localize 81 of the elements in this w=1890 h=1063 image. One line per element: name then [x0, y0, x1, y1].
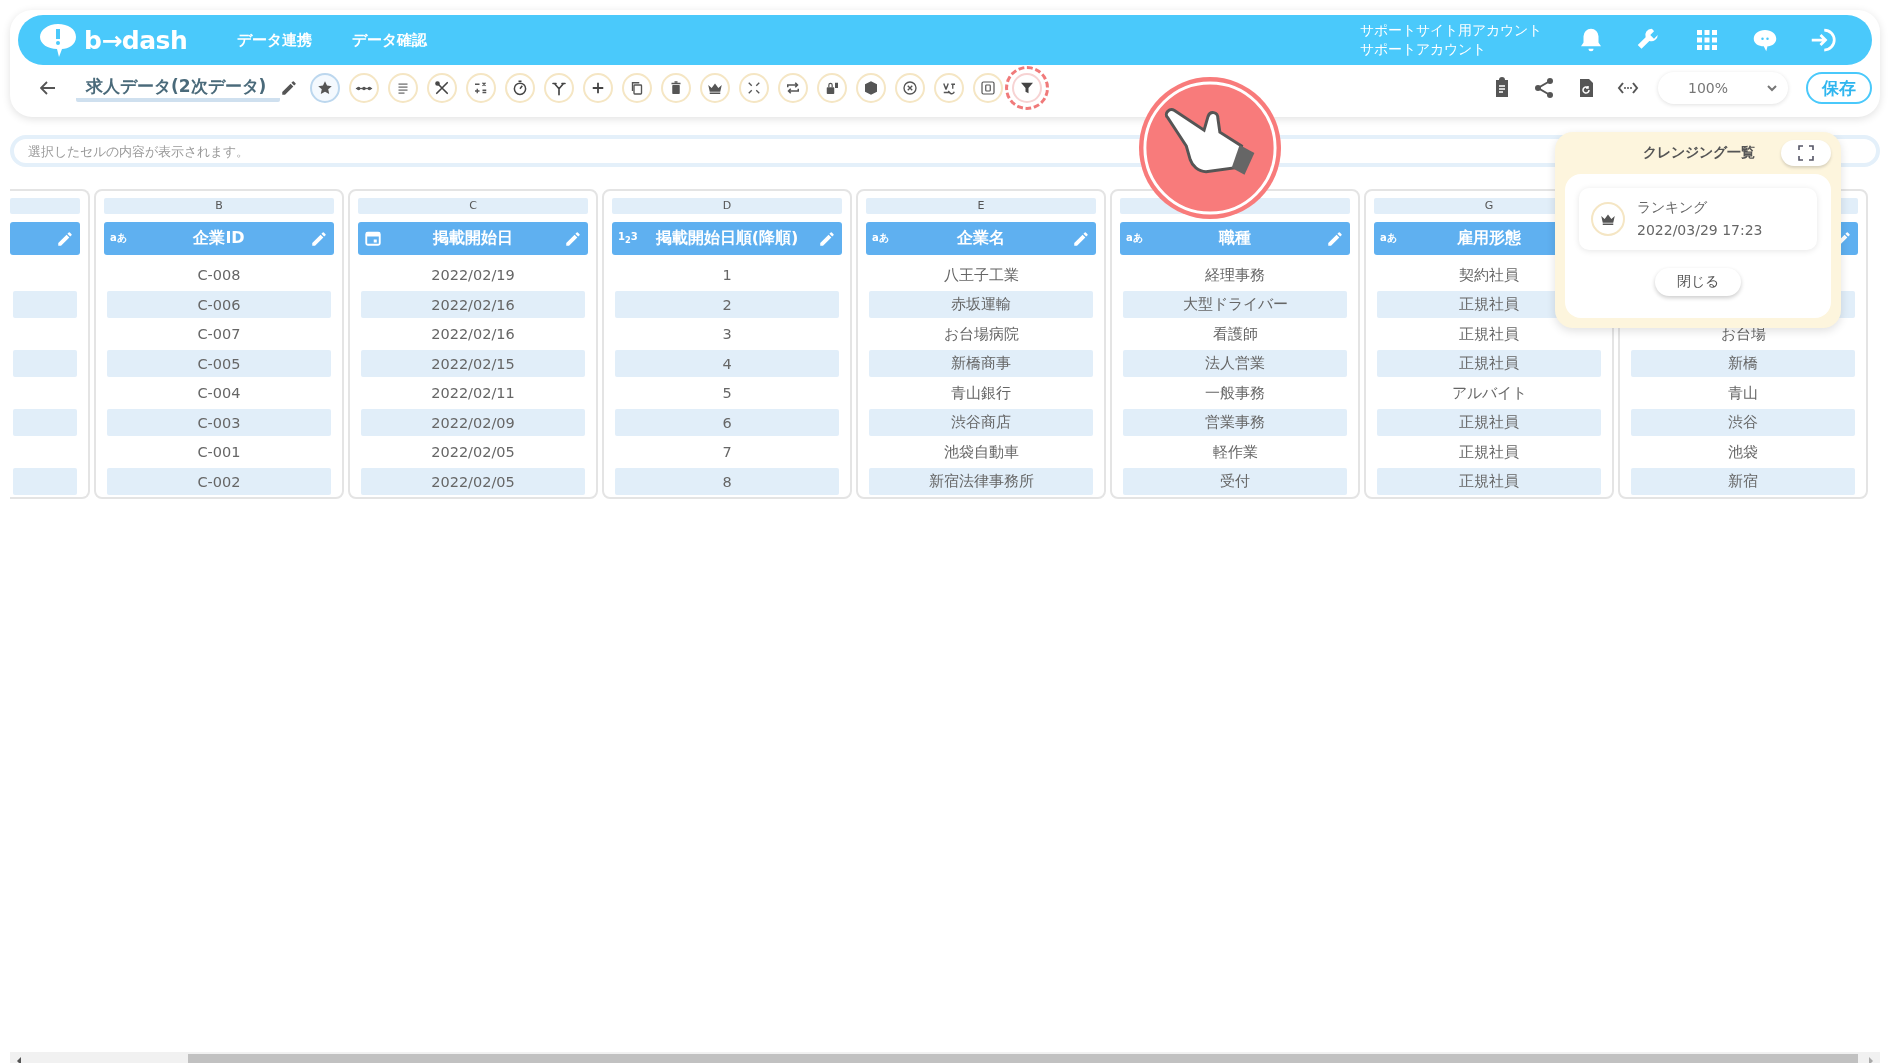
text-type-label: aあ — [1126, 231, 1143, 246]
table-cell: 赤坂運輸 — [869, 291, 1093, 318]
table-cell-text: 軽作業 — [1211, 442, 1259, 462]
table-cell: C-006 — [107, 291, 331, 318]
column-header[interactable]: aあ 職種 — [1120, 221, 1350, 255]
table-cell-text: 契約社員 — [1458, 265, 1520, 285]
popup-title: クレンジング一覧 — [1643, 144, 1755, 162]
table-cell-text: 2022/02/11 — [430, 384, 516, 403]
table-cell-text: 八王子工業 — [942, 265, 1020, 285]
table-cell: 法人営業 — [1123, 350, 1347, 377]
table-cell-text: 2022/02/16 — [430, 325, 516, 344]
table-cell-text: 池袋 — [1727, 442, 1759, 462]
column-header[interactable]: 掲載開始日 — [358, 221, 588, 255]
table-cell-text: 5 — [721, 384, 733, 403]
cleansing-item[interactable]: ランキング 2022/03/29 17:23 — [1579, 188, 1817, 250]
logo-text: b→dash — [84, 25, 188, 55]
table-cell: 2022/02/09 — [361, 409, 585, 436]
table-cell: 正規社員 — [1377, 350, 1601, 377]
table-cell: 2022/02/05 — [361, 468, 585, 495]
table-cell: 新橋 — [1631, 350, 1855, 377]
nav-link[interactable]: データ連携 — [237, 30, 313, 50]
table-cell-text: 一般事務 — [1204, 383, 1266, 403]
table-cell: 新橋商事 — [869, 350, 1093, 377]
column-letter: B — [215, 199, 223, 213]
table-cell: 2022/02/16 — [361, 291, 585, 318]
table-cell-text: 経理事務 — [1204, 265, 1266, 285]
close-button[interactable]: 閉じる — [1655, 268, 1741, 296]
table-cell: C-003 — [107, 409, 331, 436]
table-cell-text: 看護師 — [1211, 324, 1259, 344]
table-cell-text: 池袋自動車 — [942, 442, 1020, 462]
table-cell-text: C-001 — [196, 443, 242, 462]
table-cell: 渋谷商店 — [869, 409, 1093, 436]
table-cell: 4 — [615, 350, 839, 377]
table-cell: 大型ドライバー — [1123, 291, 1347, 318]
item-name: ランキング — [1637, 198, 1708, 217]
column-header[interactable]: aあ 企業名 — [866, 221, 1096, 255]
table-cell: 8 — [615, 468, 839, 495]
column-header[interactable]: 1$_{2}$3 掲載開始日順(降順) — [612, 221, 842, 255]
account-name: サポートアカウント — [1360, 40, 1487, 59]
table-cell-text: C-008 — [196, 266, 242, 285]
zoom-select[interactable]: 100% — [1658, 72, 1788, 104]
column-header[interactable]: aあ 企業ID — [104, 221, 334, 255]
number-type-label: 1$_{2}$3 — [618, 231, 638, 246]
table-cell-text: 青山 — [1727, 383, 1759, 403]
table-cell-text: お台場 — [1719, 324, 1767, 344]
table-cell: 営業事務 — [1123, 409, 1347, 436]
text-type-label: aあ — [1380, 231, 1397, 246]
table-cell-text: お台場病院 — [942, 324, 1020, 344]
table-cell-text: 正規社員 — [1458, 442, 1520, 462]
column-letter: C — [469, 199, 477, 213]
table-cell: 正規社員 — [1377, 468, 1601, 495]
nav-link[interactable]: データ確認 — [352, 30, 428, 50]
column-letter: G — [1484, 199, 1494, 213]
table-cell: 2 — [615, 291, 839, 318]
item-date: 2022/03/29 17:23 — [1637, 221, 1763, 240]
table-cell: 6 — [615, 409, 839, 436]
text-type-label: aあ — [872, 231, 889, 246]
table-cell-text: 正規社員 — [1458, 324, 1520, 344]
table-cell-text: アルバイト — [1450, 383, 1528, 403]
column-letter: D — [722, 199, 732, 213]
table-cell-text: 1 — [721, 266, 733, 285]
table-cell: C-005 — [107, 350, 331, 377]
table-cell-text: 3 — [721, 325, 733, 344]
page-title[interactable]: 求人データ(2次データ) — [76, 74, 281, 102]
table-cell: 受付 — [1123, 468, 1347, 495]
table-cell: 2022/02/15 — [361, 350, 585, 377]
account-name: サポートサイト用アカウント — [1360, 21, 1542, 40]
table-cell: 新宿 — [1631, 468, 1855, 495]
table-cell-text: C-004 — [196, 384, 242, 403]
table-cell-text: 2022/02/19 — [430, 266, 516, 285]
table-cell: 新宿法律事務所 — [869, 468, 1093, 495]
text-type-label: aあ — [110, 231, 127, 246]
table-cell: C-002 — [107, 468, 331, 495]
table-cell-text: 7 — [721, 443, 733, 462]
table-cell-text: 2022/02/05 — [430, 443, 516, 462]
column-letter: E — [977, 199, 985, 213]
table-cell-text: 青山銀行 — [950, 383, 1012, 403]
table-cell: 正規社員 — [1377, 409, 1601, 436]
table-cell: 渋谷 — [1631, 409, 1855, 436]
save-button[interactable]: 保存 — [1806, 72, 1872, 104]
table-cell-text: C-007 — [196, 325, 242, 344]
